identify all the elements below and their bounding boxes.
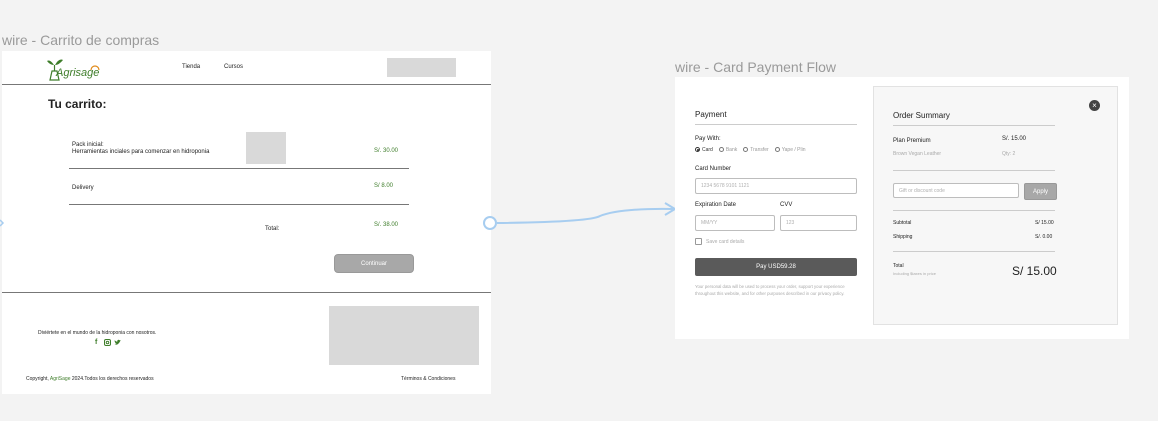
method-transfer-label: Transfer [750, 147, 769, 153]
continue-button[interactable]: Continuar [334, 254, 414, 273]
facebook-icon[interactable]: f [95, 339, 101, 346]
terms-link[interactable]: Términos & Condiciones [401, 376, 455, 382]
save-card-label: Save card details [706, 238, 745, 245]
discount-input[interactable]: Gift or discount code [893, 183, 1019, 198]
method-card-label: Card [702, 147, 713, 153]
radio-yape[interactable] [774, 147, 780, 153]
method-yape-label: Yape / Plin [781, 147, 806, 153]
cvv-label: CVV [780, 202, 793, 208]
expiration-label: Expiration Date [695, 202, 737, 208]
item-divider [69, 168, 409, 169]
total-label: Total: [265, 226, 280, 232]
connector-line [496, 207, 675, 224]
cvv-input[interactable]: 123 [780, 215, 857, 231]
order-summary-title: Order Summary [893, 111, 950, 120]
discount-divider [893, 210, 1055, 211]
footer-placeholder [329, 306, 479, 365]
social-icons: f [95, 339, 121, 346]
method-transfer[interactable]: Transfer [743, 147, 769, 153]
copyright-suffix: 2024.Todos los derechos reservados [70, 376, 154, 382]
radio-bank[interactable] [718, 147, 724, 153]
order-summary-panel [873, 86, 1118, 325]
payment-title-divider [695, 124, 857, 125]
disclaimer: Your personal data will be used to proce… [695, 284, 845, 296]
sun-arc-icon [90, 65, 100, 70]
copyright: Copyright, AgriSage 2024.Todos los derec… [26, 376, 154, 382]
method-bank[interactable]: Bank [718, 147, 738, 153]
item-desc: Herramientas inciales para comenzar en h… [72, 149, 210, 155]
connector-arrowhead [664, 202, 677, 216]
totals-divider [893, 251, 1055, 252]
header-divider [2, 84, 491, 85]
copyright-prefix: Copyright, [26, 376, 50, 382]
item-price: S/. 30.00 [374, 148, 399, 154]
method-card[interactable]: Card [695, 147, 713, 153]
radio-transfer[interactable] [743, 147, 749, 153]
footer-tagline: Diviértete en el mundo de la hidroponia … [38, 330, 157, 336]
logo[interactable]: Agrisage [46, 55, 102, 83]
instagram-icon[interactable] [104, 339, 111, 346]
product-qty: Qty: 2 [1002, 151, 1016, 157]
summary-title-divider [893, 125, 1055, 126]
payment-frame-label: wire - Card Payment Flow [675, 59, 837, 75]
item-image-placeholder [246, 132, 286, 164]
apply-button[interactable]: Apply [1024, 183, 1057, 200]
close-icon[interactable]: × [1089, 100, 1100, 111]
nav-tienda[interactable]: Tienda [182, 64, 200, 70]
save-card-row[interactable]: Save card details [695, 238, 744, 245]
save-card-checkbox[interactable] [695, 238, 702, 245]
payment-frame: Payment Pay With: Card Bank Transfer Yap… [675, 77, 1129, 339]
twitter-icon[interactable] [114, 339, 121, 346]
payment-title: Payment [695, 110, 727, 119]
product-divider [893, 170, 1055, 171]
total-label: Total [893, 263, 904, 269]
copyright-brand[interactable]: AgriSage [50, 376, 71, 382]
cart-frame: Agrisage Tienda Cursos Tu carrito: Pack … [2, 51, 491, 394]
subtotal-label: Subtotal [893, 220, 912, 226]
cart-title: Tu carrito: [48, 97, 107, 111]
footer-divider [2, 292, 491, 293]
shipping-label: Shipping [893, 234, 913, 240]
pay-with-label: Pay With: [695, 136, 721, 142]
method-bank-label: Bank [725, 147, 738, 153]
expiration-input[interactable]: MM/YY [695, 215, 775, 231]
product-sub: Brown Vegan Leather [893, 151, 942, 157]
total-note: Including $taxes in price [893, 271, 936, 276]
radio-card[interactable] [695, 147, 700, 153]
product-name: Plan Premium [893, 138, 931, 144]
pay-button[interactable]: Pay USD59.28 [695, 258, 857, 276]
shipping-value: S/. 0.00 [1035, 234, 1053, 240]
delivery-price: S/ 8.00 [374, 183, 394, 189]
delivery-name: Delivery [72, 185, 94, 191]
card-number-input[interactable]: 1234 5678 9101 1121 [695, 178, 857, 194]
product-price: S/. 15.00 [1002, 136, 1027, 142]
delivery-divider [69, 204, 409, 205]
subtotal-value: S/ 15.00 [1035, 220, 1054, 226]
nav-cursos[interactable]: Cursos [224, 64, 243, 70]
total-value: S/. 38.00 [374, 222, 399, 228]
cart-frame-label: wire - Carrito de compras [2, 32, 160, 48]
item-name: Pack inicial: [72, 142, 104, 148]
card-number-label: Card Number [695, 166, 732, 172]
header-placeholder [387, 58, 456, 77]
total-amount: S/ 15.00 [1012, 264, 1057, 278]
pay-methods: Card Bank Transfer Yape / Plin [695, 147, 806, 153]
method-yape[interactable]: Yape / Plin [774, 147, 806, 153]
